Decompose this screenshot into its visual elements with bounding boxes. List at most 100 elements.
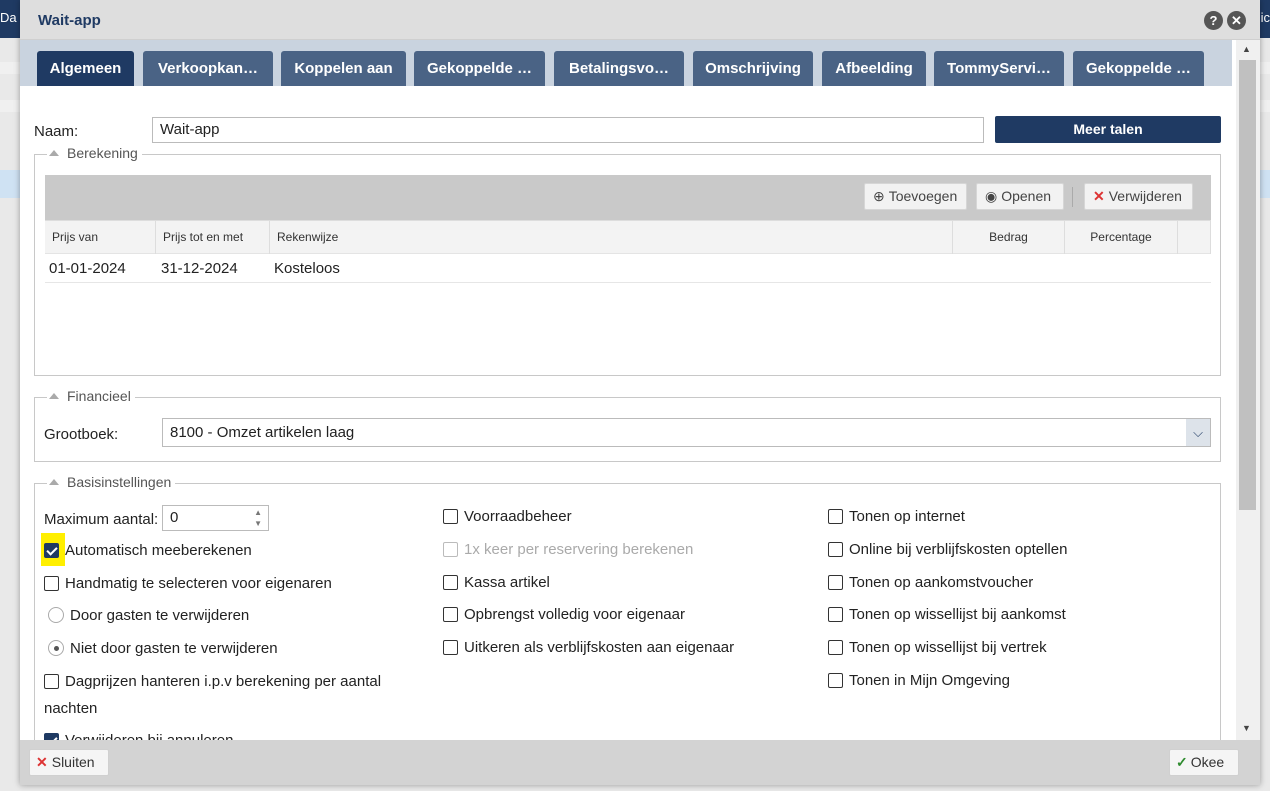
wissellijst-vertrek-label[interactable]: Tonen op wissellijst bij vertrek bbox=[849, 639, 1047, 656]
delete-x-icon: ✕ bbox=[1093, 188, 1105, 204]
financieel-legend[interactable]: Financieel bbox=[47, 388, 135, 404]
collapse-icon[interactable] bbox=[49, 479, 59, 485]
basisinstellingen-legend-text: Basisinstellingen bbox=[67, 474, 172, 490]
voorraadbeheer-label[interactable]: Voorraadbeheer bbox=[464, 508, 572, 525]
mijn-omgeving-label[interactable]: Tonen in Mijn Omgeving bbox=[849, 672, 1010, 689]
berekening-fieldset: Berekening ⊕ Toevoegen ◉ Openen ✕ Verwijder… bbox=[34, 145, 1221, 376]
cell-rekenwijze: Kosteloos bbox=[274, 260, 340, 277]
stepper-arrows-icon[interactable]: ▲ ▼ bbox=[254, 507, 262, 529]
online-verblijfskosten-checkbox[interactable] bbox=[828, 542, 843, 557]
dagprijzen-label-line2[interactable]: nachten bbox=[44, 700, 97, 717]
naam-input[interactable]: Wait-app bbox=[152, 117, 984, 143]
tab-tommyservice[interactable]: TommyServi… bbox=[934, 51, 1064, 86]
handmatig-selecteren-label[interactable]: Handmatig te selecteren voor eigenaren bbox=[65, 575, 332, 592]
scroll-thumb[interactable] bbox=[1239, 60, 1256, 510]
1x-per-reservering-checkbox bbox=[443, 542, 458, 557]
dialog-title: Wait-app bbox=[38, 12, 101, 29]
col-rekenwijze[interactable]: Rekenwijze bbox=[270, 221, 953, 254]
grootboek-label: Grootboek: bbox=[44, 426, 119, 443]
table-row[interactable]: 01-01-2024 31-12-2024 Kosteloos bbox=[45, 254, 1211, 283]
tab-algemeen[interactable]: Algemeen bbox=[37, 51, 134, 86]
tab-koppelen-aan[interactable]: Koppelen aan bbox=[281, 51, 406, 86]
col-prijs-tot[interactable]: Prijs tot en met bbox=[156, 221, 270, 254]
automatisch-meeberekenen-label[interactable]: Automatisch meeberekenen bbox=[65, 542, 252, 559]
wissellijst-aankomst-checkbox[interactable] bbox=[828, 607, 843, 622]
eye-icon: ◉ bbox=[985, 188, 998, 204]
close-x-icon: ✕ bbox=[36, 754, 48, 770]
berekening-legend-text: Berekening bbox=[67, 145, 138, 161]
opbrengst-eigenaar-label[interactable]: Opbrengst volledig voor eigenaar bbox=[464, 606, 685, 623]
opbrengst-eigenaar-checkbox[interactable] bbox=[443, 607, 458, 622]
tab-gekoppelde-2[interactable]: Gekoppelde … bbox=[1073, 51, 1204, 86]
door-gasten-verwijderen-label[interactable]: Door gasten te verwijderen bbox=[70, 607, 249, 624]
background-left-text: Da bbox=[0, 10, 17, 25]
voorraadbeheer-checkbox[interactable] bbox=[443, 509, 458, 524]
uitkeren-verblijfskosten-checkbox[interactable] bbox=[443, 640, 458, 655]
cell-prijs-van: 01-01-2024 bbox=[49, 260, 126, 277]
maximum-aantal-value: 0 bbox=[170, 509, 179, 526]
col-extra bbox=[1178, 221, 1211, 254]
tab-verkoopkanalen[interactable]: Verkoopkan… bbox=[143, 51, 273, 86]
dagprijzen-label[interactable]: Dagprijzen hanteren i.p.v berekening per… bbox=[65, 673, 381, 690]
dagprijzen-checkbox[interactable] bbox=[44, 674, 59, 689]
dialog-footer: ✕ Sluiten ✓ Okee bbox=[20, 740, 1260, 785]
grootboek-select[interactable]: 8100 - Omzet artikelen laag ⌵ bbox=[162, 418, 1211, 447]
scroll-down-icon[interactable]: ▼ bbox=[1242, 723, 1251, 733]
close-icon[interactable]: ✕ bbox=[1227, 11, 1246, 30]
title-bar: Wait-app ? ✕ bbox=[20, 0, 1260, 40]
wissellijst-vertrek-checkbox[interactable] bbox=[828, 640, 843, 655]
tab-afbeelding[interactable]: Afbeelding bbox=[822, 51, 926, 86]
aankomstvoucher-checkbox[interactable] bbox=[828, 575, 843, 590]
okee-label: Okee bbox=[1190, 754, 1225, 770]
toevoegen-label: Toevoegen bbox=[888, 188, 958, 204]
automatisch-meeberekenen-checkbox[interactable] bbox=[44, 543, 59, 558]
niet-door-gasten-verwijderen-label[interactable]: Niet door gasten te verwijderen bbox=[70, 640, 278, 657]
openen-label: Openen bbox=[1001, 188, 1052, 204]
plus-circle-icon: ⊕ bbox=[873, 188, 885, 204]
naam-label: Naam: bbox=[34, 123, 79, 140]
scroll-up-icon[interactable]: ▲ bbox=[1242, 44, 1251, 54]
help-icon[interactable]: ? bbox=[1204, 11, 1223, 30]
berekening-legend[interactable]: Berekening bbox=[47, 145, 142, 161]
mijn-omgeving-checkbox[interactable] bbox=[828, 673, 843, 688]
tab-betalingsvoorwaarden[interactable]: Betalingsvo… bbox=[554, 51, 684, 86]
tab-bar: Algemeen Verkoopkan… Koppelen aan Gekopp… bbox=[20, 40, 1232, 86]
niet-door-gasten-verwijderen-radio[interactable] bbox=[48, 640, 64, 656]
vertical-scrollbar[interactable]: ▲ ▼ bbox=[1236, 40, 1260, 740]
kassa-artikel-checkbox[interactable] bbox=[443, 575, 458, 590]
meer-talen-button[interactable]: Meer talen bbox=[995, 116, 1221, 143]
maximum-aantal-label: Maximum aantal: bbox=[44, 511, 159, 528]
okee-button[interactable]: ✓ Okee bbox=[1169, 749, 1239, 776]
col-percentage[interactable]: Percentage bbox=[1065, 221, 1178, 254]
toevoegen-button[interactable]: ⊕ Toevoegen bbox=[864, 183, 967, 210]
wissellijst-aankomst-label[interactable]: Tonen op wissellijst bij aankomst bbox=[849, 606, 1066, 623]
kassa-artikel-label[interactable]: Kassa artikel bbox=[464, 574, 550, 591]
online-verblijfskosten-label[interactable]: Online bij verblijfskosten optellen bbox=[849, 541, 1067, 558]
grid-header: Prijs van Prijs tot en met Rekenwijze Be… bbox=[45, 220, 1211, 254]
openen-button[interactable]: ◉ Openen bbox=[976, 183, 1064, 210]
collapse-icon[interactable] bbox=[49, 393, 59, 399]
chevron-down-icon[interactable]: ⌵ bbox=[1186, 419, 1210, 446]
sluiten-button[interactable]: ✕ Sluiten bbox=[29, 749, 109, 776]
aankomstvoucher-label[interactable]: Tonen op aankomstvoucher bbox=[849, 574, 1033, 591]
berekening-toolbar: ⊕ Toevoegen ◉ Openen ✕ Verwijderen bbox=[45, 175, 1211, 220]
checkmark-icon: ✓ bbox=[1176, 754, 1188, 770]
grootboek-value: 8100 - Omzet artikelen laag bbox=[170, 424, 355, 441]
handmatig-selecteren-checkbox[interactable] bbox=[44, 576, 59, 591]
maximum-aantal-stepper[interactable]: 0 ▲ ▼ bbox=[162, 505, 269, 531]
tonen-op-internet-checkbox[interactable] bbox=[828, 509, 843, 524]
tonen-op-internet-label[interactable]: Tonen op internet bbox=[849, 508, 965, 525]
col-prijs-van[interactable]: Prijs van bbox=[45, 221, 156, 254]
door-gasten-verwijderen-radio[interactable] bbox=[48, 607, 64, 623]
collapse-icon[interactable] bbox=[49, 150, 59, 156]
tab-omschrijving[interactable]: Omschrijving bbox=[693, 51, 813, 86]
financieel-fieldset: Financieel Grootboek: 8100 - Omzet artik… bbox=[34, 388, 1221, 462]
basisinstellingen-legend[interactable]: Basisinstellingen bbox=[47, 474, 176, 490]
financieel-legend-text: Financieel bbox=[67, 388, 131, 404]
verwijderen-button[interactable]: ✕ Verwijderen bbox=[1084, 183, 1193, 210]
cell-prijs-tot: 31-12-2024 bbox=[161, 260, 238, 277]
1x-per-reservering-label: 1x keer per reservering berekenen bbox=[464, 541, 694, 558]
tab-gekoppelde-1[interactable]: Gekoppelde … bbox=[414, 51, 545, 86]
col-bedrag[interactable]: Bedrag bbox=[953, 221, 1065, 254]
uitkeren-verblijfskosten-label[interactable]: Uitkeren als verblijfskosten aan eigenaa… bbox=[464, 639, 734, 656]
